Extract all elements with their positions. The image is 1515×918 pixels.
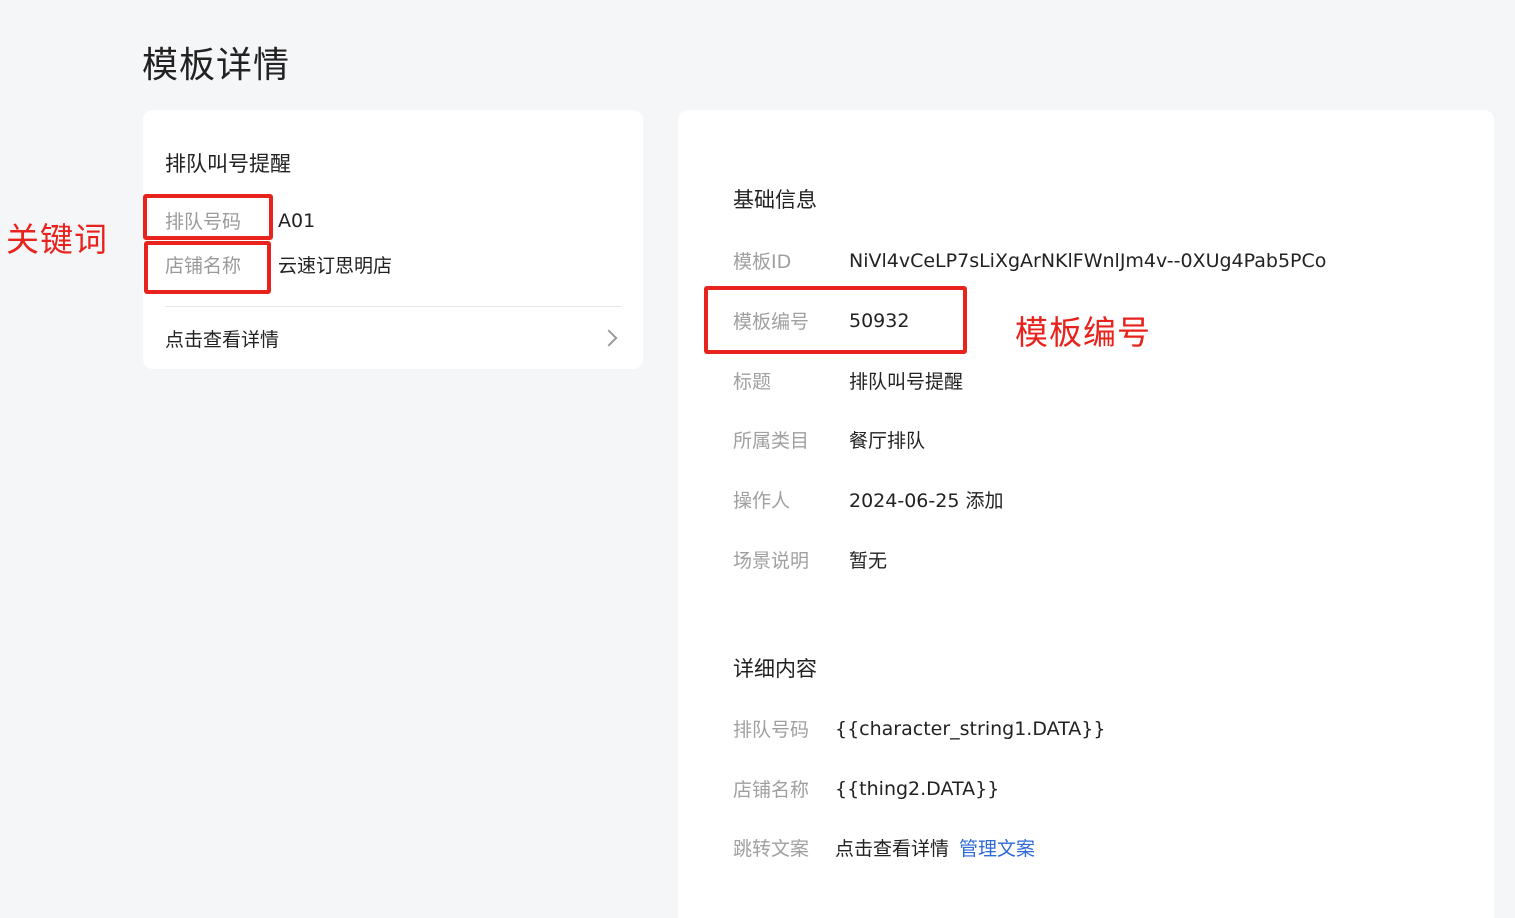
- template-detail-panel: 基础信息 模板ID NiVl4vCeLP7sLiXgArNKlFWnlJm4v-…: [678, 110, 1494, 918]
- preview-field-value: A01: [278, 209, 316, 232]
- manage-copy-link[interactable]: 管理文案: [959, 834, 1035, 861]
- preview-field-value: 云速订思明店: [278, 255, 393, 277]
- info-row-template-id: 模板ID NiVl4vCeLP7sLiXgArNKlFWnlJm4v--0XUg…: [733, 247, 1326, 274]
- detail-value: {{thing2.DATA}}: [835, 777, 1000, 800]
- detail-key: 排队号码: [733, 719, 810, 741]
- info-row-operator: 操作人 2024-06-25 添加: [733, 486, 1003, 513]
- info-key: 场景说明: [733, 550, 810, 572]
- keyword-highlight-box: [143, 194, 273, 240]
- info-key: 标题: [733, 371, 772, 393]
- detail-key: 店铺名称: [733, 779, 810, 801]
- info-value: 暂无: [849, 550, 888, 572]
- chevron-right-icon: [600, 329, 618, 347]
- keyword-highlight-box: [144, 241, 271, 294]
- keyword-annotation: 关键词: [6, 220, 108, 259]
- info-value: 2024-06-25 添加: [849, 490, 1004, 512]
- info-key: 模板ID: [733, 251, 792, 273]
- page-title: 模板详情: [142, 45, 291, 86]
- template-number-annotation: 模板编号: [1015, 313, 1151, 352]
- detail-row: 排队号码 {{character_string1.DATA}}: [733, 715, 1105, 742]
- view-details-label: 点击查看详情: [165, 328, 280, 351]
- info-row-category: 所属类目 餐厅排队: [733, 426, 925, 453]
- detail-value: {{character_string1.DATA}}: [835, 717, 1106, 740]
- page: 模板详情 关键词 排队叫号提醒 排队号码 A01 店铺名称 云速订思明店 点击查…: [0, 0, 1515, 918]
- detail-value: 点击查看详情: [835, 838, 950, 860]
- basic-info-title: 基础信息: [733, 188, 817, 212]
- info-row-title: 标题 排队叫号提醒: [733, 367, 963, 394]
- info-value: NiVl4vCeLP7sLiXgArNKlFWnlJm4v--0XUg4Pab5…: [849, 249, 1327, 272]
- info-key: 所属类目: [733, 430, 810, 452]
- detail-row: 店铺名称 {{thing2.DATA}}: [733, 775, 999, 802]
- detail-content-title: 详细内容: [733, 657, 817, 681]
- template-number-highlight-box: [704, 286, 967, 354]
- info-value: 餐厅排队: [849, 430, 926, 452]
- info-value: 排队叫号提醒: [849, 371, 964, 393]
- preview-divider: [165, 306, 621, 307]
- detail-row: 跳转文案 点击查看详情 管理文案: [733, 834, 1035, 861]
- detail-key: 跳转文案: [733, 838, 810, 860]
- view-details-link[interactable]: 点击查看详情: [165, 323, 621, 353]
- preview-title: 排队叫号提醒: [165, 152, 291, 176]
- info-row-scene: 场景说明 暂无: [733, 546, 887, 573]
- info-key: 操作人: [733, 490, 791, 512]
